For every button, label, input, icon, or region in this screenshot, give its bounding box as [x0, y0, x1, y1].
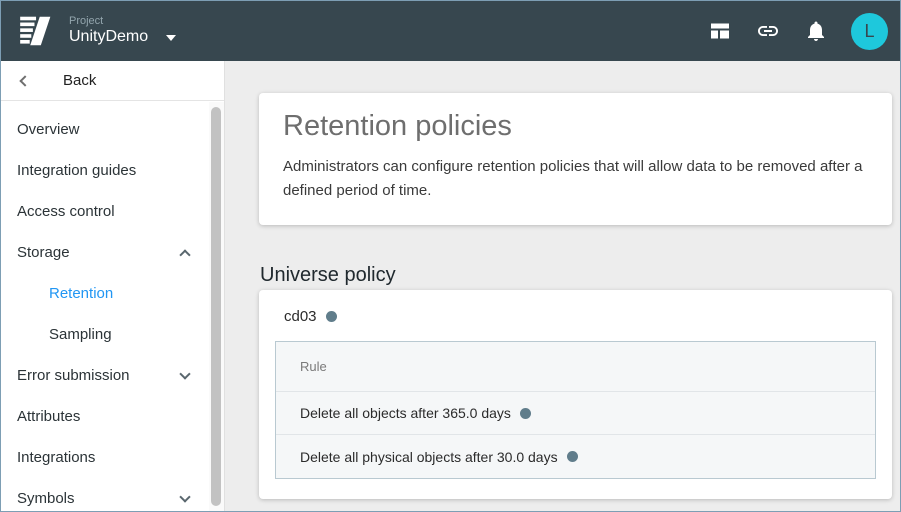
chevron-left-icon: [19, 75, 30, 86]
universe-policy-heading: Universe policy: [260, 263, 892, 287]
sidebar-item-label: Retention: [49, 285, 113, 302]
policy-name: cd03: [284, 308, 317, 325]
rule-table-header: Rule: [276, 342, 875, 392]
sidebar-item-label: Storage: [17, 244, 70, 261]
sidebar-item-attributes[interactable]: Attributes: [1, 396, 209, 437]
sidebar-item-retention[interactable]: Retention: [1, 273, 209, 314]
backtrace-logo-icon: [17, 13, 53, 49]
chevron-down-icon: [166, 35, 176, 41]
sidebar-item-access-control[interactable]: Access control: [1, 191, 209, 232]
avatar-letter: L: [864, 21, 874, 42]
page-description: Administrators can configure retention p…: [283, 155, 868, 203]
sidebar-item-storage[interactable]: Storage: [1, 232, 209, 273]
rule-table: Rule Delete all objects after 365.0 days…: [275, 341, 876, 479]
policy-name-row: cd03: [275, 308, 876, 325]
rule-table-row: Delete all physical objects after 30.0 d…: [276, 435, 875, 478]
sidebar-item-label: Attributes: [17, 408, 80, 425]
back-label: Back: [63, 72, 96, 89]
sidebar-item-label: Integration guides: [17, 162, 136, 179]
chevron-up-icon: [179, 249, 190, 260]
app-window: Project UnityDemo L Back OverviewInteg: [0, 0, 901, 512]
notifications-bell-icon[interactable]: [804, 19, 828, 43]
sidebar-item-label: Error submission: [17, 367, 130, 384]
status-dot-icon: [520, 408, 531, 419]
rule-table-row: Delete all objects after 365.0 days: [276, 392, 875, 435]
back-button[interactable]: Back: [1, 61, 224, 101]
dashboard-layout-icon[interactable]: [708, 19, 732, 43]
settings-sidebar: Back Overview Integration guides Access co…: [1, 61, 225, 511]
sidebar-item-label: Access control: [17, 203, 115, 220]
rule-table-body: Delete all objects after 365.0 days Delet…: [276, 392, 875, 478]
sidebar-item-label: Overview: [17, 121, 80, 138]
sidebar-item-sampling[interactable]: Sampling: [1, 314, 209, 355]
sidebar-item-label: Integrations: [17, 449, 95, 466]
status-dot-icon: [567, 451, 578, 462]
project-label: Project: [69, 15, 176, 28]
universe-policy-card: cd03 Rule Delete all objects after 365.0…: [259, 290, 892, 499]
retention-intro-card: Retention policies Administrators can co…: [259, 93, 892, 225]
chevron-down-icon: [179, 491, 190, 502]
sidebar-item-integration-guides[interactable]: Integration guides: [1, 150, 209, 191]
project-name: UnityDemo: [69, 28, 148, 46]
project-switcher[interactable]: Project UnityDemo: [69, 15, 176, 46]
sidebar-item-integrations[interactable]: Integrations: [1, 437, 209, 478]
link-icon[interactable]: [756, 19, 780, 43]
sidebar-scrollbar-thumb[interactable]: [211, 107, 221, 506]
user-avatar[interactable]: L: [851, 13, 888, 50]
sidebar-item-symbols[interactable]: Symbols: [1, 478, 209, 512]
top-bar: Project UnityDemo L: [1, 1, 900, 61]
sidebar-item-label: Sampling: [49, 326, 112, 343]
sidebar-item-label: Symbols: [17, 490, 75, 507]
sidebar-nav: Overview Integration guides Access control…: [1, 101, 209, 512]
sidebar-item-overview[interactable]: Overview: [1, 109, 209, 150]
main-content: Retention policies Administrators can co…: [225, 61, 900, 511]
rule-text: Delete all objects after 365.0 days: [300, 405, 511, 421]
page-title: Retention policies: [283, 109, 868, 143]
rule-text: Delete all physical objects after 30.0 d…: [300, 449, 558, 465]
sidebar-item-error-submission[interactable]: Error submission: [1, 355, 209, 396]
sidebar-scrollbar-track: [209, 102, 224, 511]
chevron-down-icon: [179, 368, 190, 379]
status-dot-icon: [326, 311, 337, 322]
